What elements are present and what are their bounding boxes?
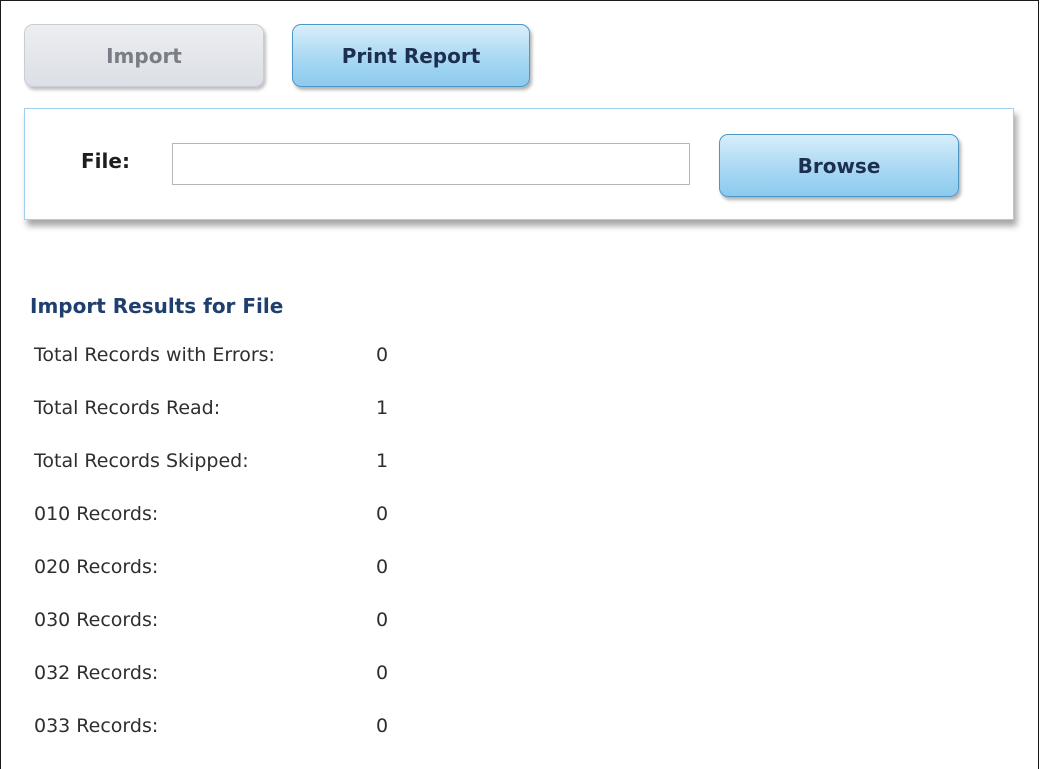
results-row-value: 0 — [376, 556, 389, 578]
browse-button[interactable]: Browse — [719, 134, 959, 197]
results-row-label: 030 Records: — [34, 609, 159, 631]
results-row-skipped: Total Records Skipped: 1 — [34, 450, 454, 486]
results-row-033: 033 Records: 0 — [34, 715, 454, 751]
results-row-label: Total Records Skipped: — [34, 450, 249, 472]
import-button[interactable]: Import — [24, 24, 264, 87]
results-row-value: 1 — [376, 450, 389, 472]
results-row-010: 010 Records: 0 — [34, 503, 454, 539]
results-row-label: 010 Records: — [34, 503, 159, 525]
results-row-label: 020 Records: — [34, 556, 159, 578]
results-row-label: 033 Records: — [34, 715, 159, 737]
file-panel: File: Browse — [24, 108, 1014, 220]
file-path-input[interactable] — [172, 143, 690, 185]
results-row-value: 0 — [376, 715, 389, 737]
import-results-title: Import Results for File — [30, 294, 284, 318]
file-label: File: — [81, 149, 130, 173]
results-row-value: 0 — [376, 503, 389, 525]
results-row-032: 032 Records: 0 — [34, 662, 454, 698]
results-row-read: Total Records Read: 1 — [34, 397, 454, 433]
results-row-value: 1 — [376, 397, 389, 419]
results-row-value: 0 — [376, 344, 389, 366]
results-row-label: 032 Records: — [34, 662, 159, 684]
results-row-030: 030 Records: 0 — [34, 609, 454, 645]
results-row-errors: Total Records with Errors: 0 — [34, 344, 454, 380]
results-row-value: 0 — [376, 662, 389, 684]
results-row-label: Total Records with Errors: — [34, 344, 275, 366]
results-row-value: 0 — [376, 609, 389, 631]
print-report-button[interactable]: Print Report — [292, 24, 530, 87]
results-row-020: 020 Records: 0 — [34, 556, 454, 592]
results-row-label: Total Records Read: — [34, 397, 221, 419]
